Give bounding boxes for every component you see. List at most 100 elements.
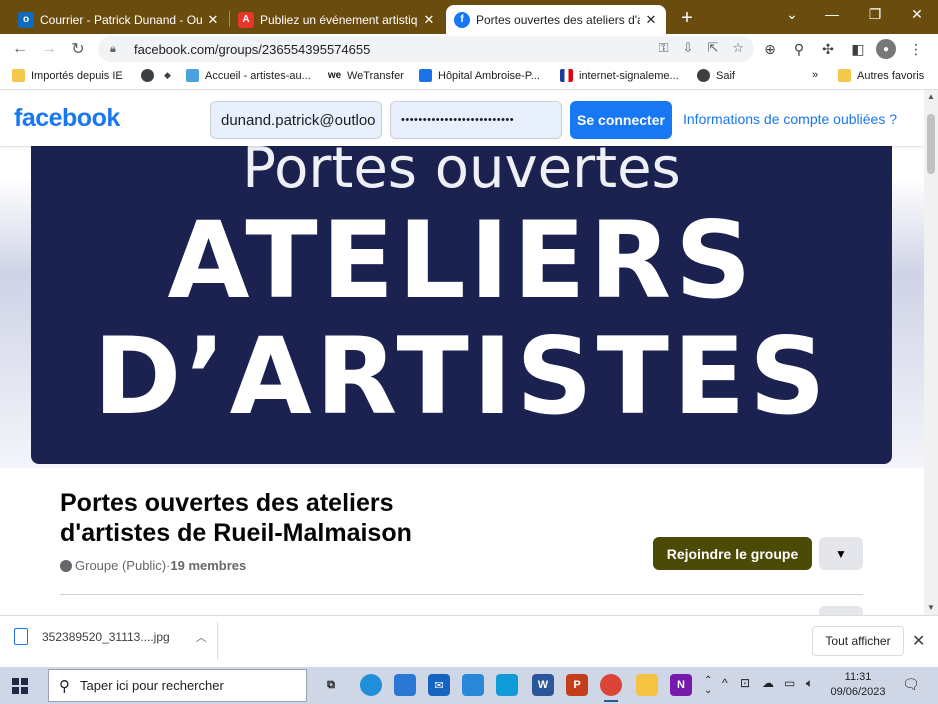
bookmark-label: Autres favoris	[857, 69, 925, 82]
system-clock[interactable]: 11:31 09/06/2023	[828, 670, 888, 700]
close-icon[interactable]: ✕	[422, 12, 436, 28]
download-filename: 352389520_31113....jpg	[42, 629, 170, 644]
show-all-button[interactable]: Tout afficher	[812, 626, 904, 656]
share-icon[interactable]: ⇱	[707, 40, 718, 56]
photos-icon[interactable]	[462, 674, 484, 696]
close-window-icon[interactable]: ✕	[897, 0, 937, 28]
bookmark-diamond[interactable]: ◆	[161, 69, 180, 82]
bookmark-artistes[interactable]: Accueil - artistes-au...	[186, 69, 311, 82]
new-tab-button[interactable]: +	[676, 7, 698, 30]
more-options-button[interactable]: ▼	[819, 537, 863, 570]
password-field[interactable]: ••••••••••••••••••••••••••	[390, 101, 562, 139]
scroll-down-icon[interactable]: ▼	[924, 601, 938, 615]
powerpoint-icon[interactable]: P	[566, 674, 588, 696]
key-icon[interactable]: ⚿	[659, 40, 669, 56]
clock-time: 11:31	[844, 671, 872, 683]
diamond-icon: ◆	[164, 70, 171, 80]
facebook-header: facebook dunand.patrick@outloo •••••••••…	[0, 90, 924, 146]
close-icon[interactable]: ✕	[644, 12, 658, 28]
group-privacy[interactable]: Groupe (Public)	[75, 558, 166, 573]
scroll-tray-icon[interactable]: ⌃ ⌄	[704, 676, 712, 696]
bookmark-wetransfer[interactable]: we WeTransfer	[328, 69, 404, 82]
show-hidden-icons-icon[interactable]: ^	[722, 676, 728, 690]
edge-icon[interactable]	[360, 674, 382, 696]
tab-search-icon[interactable]: ⌄	[772, 0, 812, 28]
browser-toolbar: ← → ↻ 🔒︎ facebook.com/groups/23655439557…	[0, 34, 938, 64]
chevron-up-icon[interactable]: ︿	[196, 629, 207, 645]
bookmark-label: Hôpital Ambroise-P...	[438, 69, 540, 82]
facebook-logo[interactable]: facebook	[14, 104, 120, 133]
scroll-up-icon[interactable]: ▲	[924, 90, 938, 104]
app-icon[interactable]	[496, 674, 518, 696]
bookmark-globe[interactable]	[141, 69, 160, 82]
cover-text-line2: ATELIERS	[167, 199, 756, 322]
close-icon[interactable]: ✕	[912, 631, 925, 651]
tab-facebook[interactable]: f Portes ouvertes des ateliers d'arti ✕	[446, 5, 666, 34]
scrollbar-thumb[interactable]	[927, 114, 935, 174]
profile-avatar[interactable]: ●	[876, 39, 896, 59]
bookmark-imported-ie[interactable]: Importés depuis IE	[12, 69, 123, 82]
page-viewport: facebook dunand.patrick@outloo •••••••••…	[0, 90, 924, 615]
tab-outlook[interactable]: o Courrier - Patrick Dunand - Outlo ✕	[10, 5, 228, 34]
browser-tabstrip: o Courrier - Patrick Dunand - Outlo ✕ A …	[0, 0, 938, 34]
outlook-icon: o	[18, 11, 34, 28]
back-icon[interactable]: ←	[8, 37, 32, 61]
page-scrollbar[interactable]: ▲ ▼	[924, 90, 938, 615]
group-info: Portes ouvertes des ateliers d'artistes …	[60, 488, 480, 573]
forward-icon[interactable]: →	[37, 37, 61, 61]
bookmarks-bar: Importés depuis IE ◆ Accueil - artistes-…	[0, 64, 938, 90]
clock-date: 09/06/2023	[830, 686, 886, 698]
search-placeholder: Taper ici pour rechercher	[80, 678, 224, 693]
join-group-button[interactable]: Rejoindre le groupe	[653, 537, 812, 570]
member-count[interactable]: 19 membres	[170, 558, 246, 573]
group-title[interactable]: Portes ouvertes des ateliers d'artistes …	[60, 488, 480, 548]
forgot-account-link[interactable]: Informations de compte oubliées ?	[683, 111, 897, 127]
taskbar-search[interactable]: ⚲ Taper ici pour rechercher	[48, 669, 307, 702]
reload-icon[interactable]: ↻	[66, 37, 90, 61]
volume-icon[interactable]: 🔈︎	[806, 676, 813, 691]
input-method-icon[interactable]: ⊡	[740, 676, 750, 690]
menu-icon[interactable]: ⋮	[906, 39, 926, 59]
onenote-icon[interactable]: N	[670, 674, 692, 696]
task-view-icon[interactable]: ⧉	[320, 674, 342, 696]
word-icon[interactable]: W	[532, 674, 554, 696]
bookmark-other-favorites[interactable]: Autres favoris	[838, 69, 924, 82]
tab-adobe[interactable]: A Publiez un événement artistique ✕	[230, 5, 444, 34]
bookmark-signalement[interactable]: internet-signaleme...	[560, 69, 679, 82]
restore-icon[interactable]: ❐	[855, 0, 895, 28]
bookmark-saif[interactable]: Saif	[697, 69, 735, 82]
address-bar[interactable]: 🔒︎ facebook.com/groups/236554395574655 ⚿…	[98, 36, 754, 62]
login-button[interactable]: Se connecter	[570, 101, 672, 139]
section-divider	[60, 594, 863, 595]
download-item[interactable]: 352389520_31113....jpg ︿	[14, 628, 207, 645]
flag-icon	[560, 69, 573, 82]
store-icon[interactable]	[394, 674, 416, 696]
butterfly-icon	[186, 69, 199, 82]
minimize-icon[interactable]: —	[812, 0, 852, 28]
zoom-icon[interactable]: ⊕	[760, 39, 780, 59]
cover-photo[interactable]: Portes ouvertes ATELIERS D’ARTISTES	[31, 146, 892, 464]
more-button-partial[interactable]	[819, 606, 863, 615]
star-icon[interactable]: ☆	[732, 40, 744, 56]
bookmark-hopital[interactable]: Hôpital Ambroise-P...	[419, 69, 540, 82]
extension-key-icon[interactable]: ⚲	[789, 39, 809, 59]
tab-title: Publiez un événement artistique	[260, 12, 418, 27]
onedrive-icon[interactable]: ☁	[762, 676, 774, 690]
group-meta: Groupe (Public) · 19 membres	[60, 558, 480, 573]
url-text: facebook.com/groups/236554395574655	[134, 41, 371, 57]
file-explorer-icon[interactable]	[636, 674, 658, 696]
mail-icon[interactable]: ✉	[428, 674, 450, 696]
chrome-icon[interactable]	[600, 674, 622, 702]
windows-start-icon[interactable]	[12, 678, 28, 694]
install-icon[interactable]: ⇩	[683, 40, 694, 56]
close-icon[interactable]: ✕	[206, 12, 220, 28]
folder-icon	[838, 69, 851, 82]
taskbar: ⚲ Taper ici pour rechercher ⧉ ✉ W P N ⌃ ⌄…	[0, 667, 938, 704]
adobe-icon: A	[238, 11, 254, 28]
puzzle-icon[interactable]: ✣	[818, 39, 838, 59]
side-panel-icon[interactable]: ◧	[848, 39, 868, 59]
email-field[interactable]: dunand.patrick@outloo	[210, 101, 382, 139]
network-icon[interactable]: ▭	[784, 676, 795, 690]
notification-icon[interactable]: 🗨︎	[902, 676, 920, 694]
bookmarks-overflow[interactable]: »	[812, 69, 818, 81]
